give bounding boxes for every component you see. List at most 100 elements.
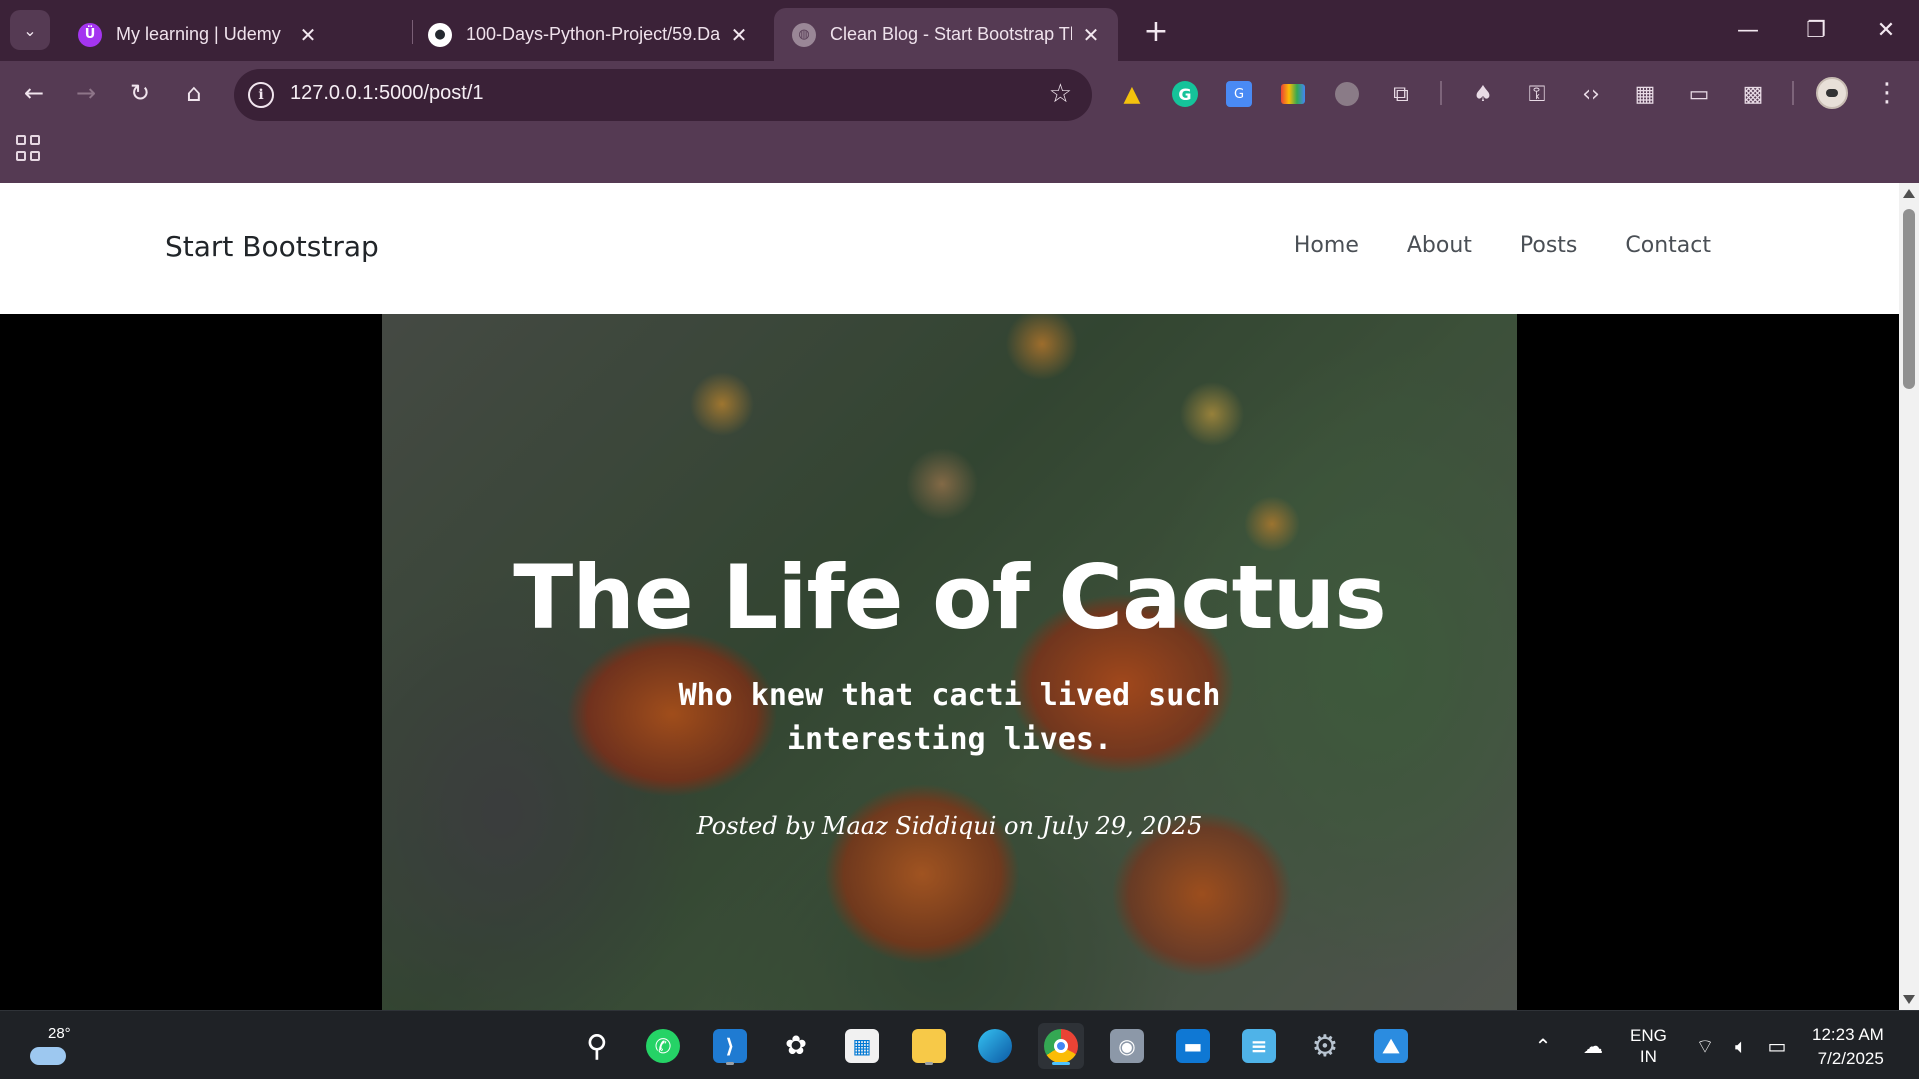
close-icon[interactable]: ✕ <box>1080 23 1102 47</box>
blocked-extension-icon[interactable] <box>1330 77 1364 111</box>
taskbar-store[interactable]: ▦ <box>839 1023 885 1069</box>
running-indicator <box>726 1062 734 1065</box>
running-indicator <box>925 1062 933 1065</box>
close-icon[interactable]: ✕ <box>728 23 750 47</box>
taskbar-edge[interactable] <box>972 1023 1018 1069</box>
folder-icon <box>912 1029 946 1063</box>
tab-clean-blog[interactable]: ◍ Clean Blog - Start Bootstrap The ✕ <box>774 8 1118 61</box>
camera-icon: ◉ <box>1110 1029 1144 1063</box>
web-page: Start Bootstrap Home About Posts Contact… <box>0 183 1899 1010</box>
taskbar-camera[interactable]: ◉ <box>1104 1023 1150 1069</box>
restore-button[interactable]: ❐ <box>1792 10 1840 50</box>
start-button[interactable] <box>507 1023 553 1069</box>
taskbar-chrome[interactable] <box>1038 1023 1084 1069</box>
taskbar-notepad[interactable]: ≡ <box>1236 1023 1282 1069</box>
minimize-button[interactable]: — <box>1724 10 1772 50</box>
address-bar[interactable]: i 127.0.0.1:5000/post/1 ☆ <box>234 69 1092 121</box>
post-subtitle: Who knew that cacti lived such interesti… <box>678 678 1221 757</box>
new-tab-button[interactable]: + <box>1138 13 1174 49</box>
microsoft-store-icon: ▦ <box>845 1029 879 1063</box>
language-region: IN <box>1639 1047 1657 1066</box>
chrome-icon <box>1044 1029 1078 1063</box>
tab-title: 100-Days-Python-Project/59.Da <box>466 24 720 44</box>
photos-icon: ⛰ <box>1374 1029 1408 1063</box>
code-icon[interactable]: ‹› <box>1574 77 1608 111</box>
scroll-down-icon[interactable] <box>1903 995 1915 1004</box>
more-vertical-icon: ⋮ <box>1874 78 1900 108</box>
taskbar-app-blue[interactable]: ▬ <box>1170 1023 1216 1069</box>
weather-widget[interactable]: 28° <box>26 1025 76 1069</box>
gear-icon: ⚙ <box>1311 1028 1339 1064</box>
reload-button[interactable]: ↻ <box>120 73 160 113</box>
wifi-icon[interactable]: ⌔ <box>1692 1033 1718 1059</box>
close-window-button[interactable]: ✕ <box>1862 10 1910 50</box>
show-hidden-icons-chevron-up-icon[interactable]: ⌃ <box>1530 1033 1556 1059</box>
tab-search-button[interactable]: ⌄ <box>10 10 50 50</box>
nav-link-contact[interactable]: Contact <box>1625 233 1711 258</box>
url-text[interactable]: 127.0.0.1:5000/post/1 <box>290 82 484 105</box>
toolbar-divider <box>1440 81 1442 105</box>
tab-udemy[interactable]: Ü My learning | Udemy ✕ <box>60 8 335 61</box>
home-button[interactable]: ⌂ <box>174 73 214 113</box>
incognito-icon[interactable]: ♠ <box>1466 77 1500 111</box>
browser-tab-strip: ⌄ Ü My learning | Udemy ✕ ● 100-Days-Pyt… <box>0 0 1919 61</box>
browser-menu-button[interactable]: ⋮ <box>1872 75 1902 111</box>
volume-icon[interactable]: 🔈︎ <box>1728 1033 1754 1059</box>
taskbar-chatgpt[interactable]: ✿ <box>773 1023 819 1069</box>
windows-taskbar: 28° ⚲ ✆ ⟩ ✿ ▦ ◉ ▬ ≡ ⚙ ⛰ ⌃ ☁ ENG IN ⌔ 🔈︎ … <box>0 1010 1919 1079</box>
responsive-icon[interactable]: ▭ <box>1682 77 1716 111</box>
post-header-cactus-image: The Life of Cactus Who knew that cacti l… <box>382 314 1517 1010</box>
taskbar-vscode[interactable]: ⟩ <box>707 1023 753 1069</box>
layout-icon[interactable]: ▦ <box>1628 77 1662 111</box>
nav-link-about[interactable]: About <box>1407 233 1472 258</box>
puzzle-icon[interactable]: ⧉ <box>1384 77 1418 111</box>
onedrive-cloud-icon[interactable]: ☁ <box>1580 1033 1606 1059</box>
navbar-brand[interactable]: Start Bootstrap <box>165 230 379 263</box>
nav-link-posts[interactable]: Posts <box>1520 233 1578 258</box>
globe-icon: ◍ <box>792 22 816 47</box>
close-icon[interactable]: ✕ <box>297 23 319 47</box>
bookmark-star-icon[interactable]: ☆ <box>1049 79 1072 109</box>
site-info-icon[interactable]: i <box>248 82 274 108</box>
key-icon[interactable]: ⚿ <box>1520 77 1554 111</box>
restore-icon: ❐ <box>1806 17 1826 43</box>
weather-temperature: 28° <box>48 1025 71 1042</box>
windows-icon <box>513 1029 547 1063</box>
qr-code-icon[interactable]: ▩ <box>1736 77 1770 111</box>
site-navbar: Start Bootstrap Home About Posts Contact <box>0 183 1899 314</box>
scroll-up-icon[interactable] <box>1903 189 1915 198</box>
colorful-extension-icon[interactable] <box>1276 77 1310 111</box>
udemy-icon: Ü <box>78 22 102 47</box>
chatgpt-icon: ✿ <box>785 1031 807 1061</box>
taskbar-photos[interactable]: ⛰ <box>1368 1023 1414 1069</box>
back-button[interactable]: ← <box>14 73 54 113</box>
clock-date: 7/2/2025 <box>1817 1049 1884 1068</box>
system-clock[interactable]: 12:23 AM 7/2/2025 <box>1812 1023 1884 1071</box>
post-meta: Posted by Maaz Siddiqui on July 29, 2025 <box>696 812 1203 840</box>
github-icon: ● <box>428 22 452 47</box>
grammarly-icon[interactable]: G <box>1168 77 1202 111</box>
forward-button[interactable]: → <box>66 73 106 113</box>
notepad-icon: ≡ <box>1242 1029 1276 1063</box>
tab-title: My learning | Udemy <box>116 24 281 44</box>
battery-icon[interactable]: ▭ <box>1764 1033 1790 1059</box>
profile-avatar[interactable] <box>1816 77 1848 109</box>
apps-grid-icon[interactable] <box>16 135 44 163</box>
home-icon: ⌂ <box>186 79 202 107</box>
toolbar-divider <box>1792 81 1794 105</box>
google-drive-icon[interactable]: ▲ <box>1115 77 1149 111</box>
vscode-icon: ⟩ <box>713 1029 747 1063</box>
taskbar-search[interactable]: ⚲ <box>574 1023 620 1069</box>
taskbar-whatsapp[interactable]: ✆ <box>640 1023 686 1069</box>
nav-link-home[interactable]: Home <box>1294 233 1359 258</box>
chevron-down-icon: ⌄ <box>23 20 37 40</box>
minimize-icon: — <box>1737 17 1759 43</box>
taskbar-file-explorer[interactable] <box>906 1023 952 1069</box>
tab-github[interactable]: ● 100-Days-Python-Project/59.Da ✕ <box>410 8 766 61</box>
google-translate-icon[interactable]: G <box>1222 77 1256 111</box>
page-scrollbar[interactable] <box>1899 183 1919 1010</box>
taskbar-settings[interactable]: ⚙ <box>1302 1023 1348 1069</box>
search-icon: ⚲ <box>586 1028 608 1064</box>
scrollbar-thumb[interactable] <box>1903 209 1915 389</box>
language-indicator[interactable]: ENG IN <box>1630 1025 1667 1067</box>
